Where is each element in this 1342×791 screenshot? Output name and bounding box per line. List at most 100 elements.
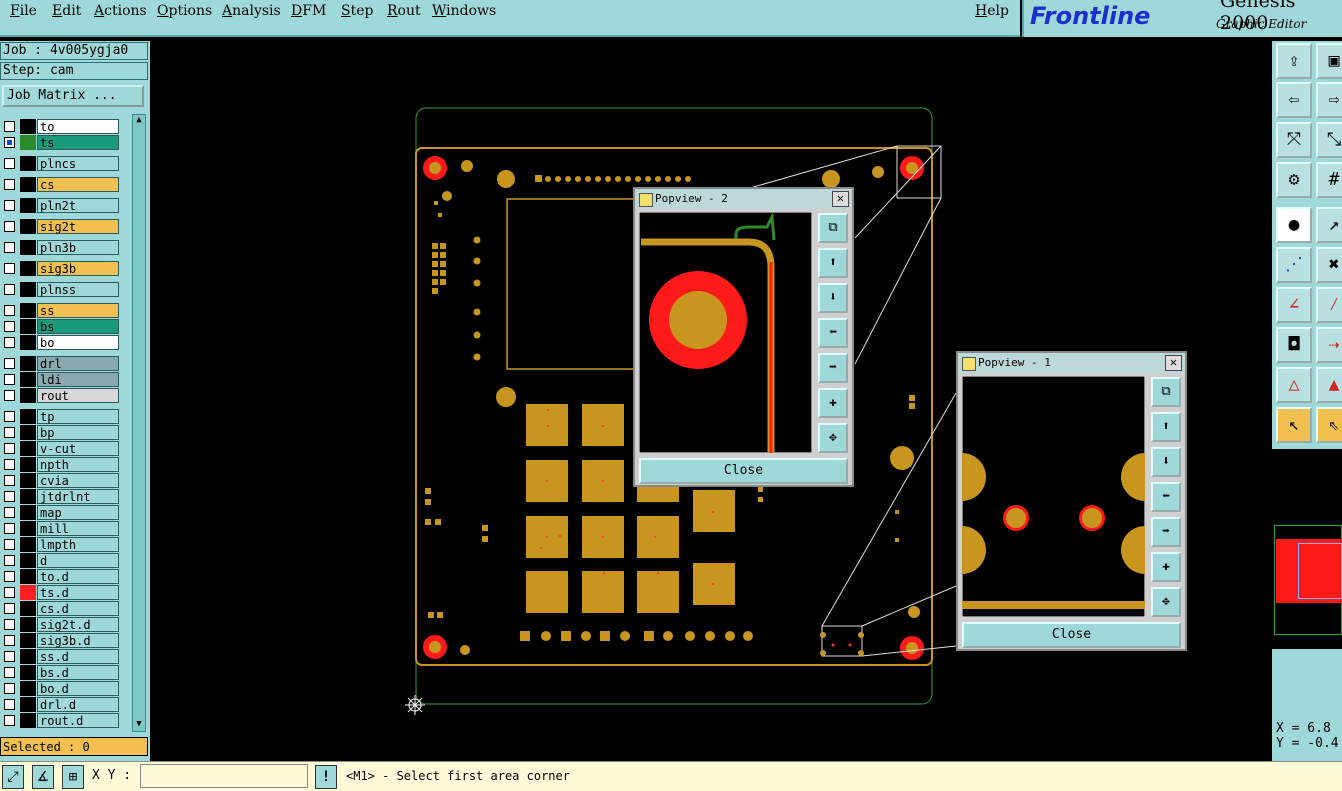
- layer-name[interactable]: ldi: [37, 372, 119, 387]
- layer-checkbox[interactable]: [4, 411, 15, 422]
- layer-name[interactable]: map: [37, 505, 119, 520]
- layer-color-swatch[interactable]: [20, 713, 36, 728]
- layer-checkbox[interactable]: [4, 555, 15, 566]
- layer-checkbox[interactable]: [4, 179, 15, 190]
- layer-row[interactable]: ss.d: [2, 649, 119, 664]
- layer-name[interactable]: sig2t.d: [37, 617, 119, 632]
- layer-color-swatch[interactable]: [20, 553, 36, 568]
- zoom-out-icon[interactable]: ✥: [1151, 587, 1181, 617]
- layer-row[interactable]: pln3b: [2, 240, 119, 255]
- layer-color-swatch[interactable]: [20, 697, 36, 712]
- layer-row[interactable]: to.d: [2, 569, 119, 584]
- layer-color-swatch[interactable]: [20, 261, 36, 276]
- layer-checkbox[interactable]: [4, 321, 15, 332]
- layer-checkbox[interactable]: [4, 603, 15, 614]
- popview-2-title[interactable]: Popview - 2: [635, 189, 852, 209]
- layer-color-swatch[interactable]: [20, 240, 36, 255]
- menu-file[interactable]: File: [10, 3, 37, 19]
- layer-row[interactable]: ts: [2, 135, 119, 150]
- menu-dfm[interactable]: DFM: [291, 3, 326, 19]
- layer-name[interactable]: ts.d: [37, 585, 119, 600]
- layer-scrollbar[interactable]: ▲ ▼: [132, 114, 146, 732]
- layer-row[interactable]: cs: [2, 177, 119, 192]
- delete-icon[interactable]: ✖: [1316, 247, 1342, 283]
- layer-checkbox[interactable]: [4, 699, 15, 710]
- layer-row[interactable]: sig3b: [2, 261, 119, 276]
- layer-color-swatch[interactable]: [20, 489, 36, 504]
- layer-color-swatch[interactable]: [20, 617, 36, 632]
- layer-checkbox[interactable]: [4, 635, 15, 646]
- layer-checkbox[interactable]: [4, 539, 15, 550]
- pan-down-icon[interactable]: ⬇: [818, 283, 848, 313]
- layer-name[interactable]: plnss: [37, 282, 119, 297]
- menu-options[interactable]: Options: [157, 3, 212, 19]
- select-feature-icon[interactable]: ●: [1276, 207, 1312, 243]
- pad-icon[interactable]: ◘: [1276, 327, 1312, 363]
- layer-name[interactable]: bs: [37, 319, 119, 334]
- snap-icon[interactable]: ⤢: [2, 765, 24, 789]
- layer-color-swatch[interactable]: [20, 569, 36, 584]
- layer-checkbox[interactable]: [4, 121, 15, 132]
- layer-name[interactable]: v-cut: [37, 441, 119, 456]
- zoom-fit-icon[interactable]: ⤧: [1276, 122, 1312, 158]
- layer-name[interactable]: rout.d: [37, 713, 119, 728]
- layer-checkbox[interactable]: [4, 427, 15, 438]
- layer-color-swatch[interactable]: [20, 601, 36, 616]
- grid-snap-icon[interactable]: ⊞: [62, 765, 84, 789]
- layer-checkbox[interactable]: [4, 715, 15, 726]
- layer-name[interactable]: drl.d: [37, 697, 119, 712]
- menu-step[interactable]: Step: [341, 3, 373, 19]
- layer-row[interactable]: bs.d: [2, 665, 119, 680]
- layer-name[interactable]: to: [37, 119, 119, 134]
- layer-color-swatch[interactable]: [20, 409, 36, 424]
- surface-icon[interactable]: △: [1276, 367, 1312, 403]
- layer-name[interactable]: cvia: [37, 473, 119, 488]
- layer-name[interactable]: ss: [37, 303, 119, 318]
- layer-row[interactable]: d: [2, 553, 119, 568]
- layer-row[interactable]: rout: [2, 388, 119, 403]
- xy-input[interactable]: [140, 764, 308, 788]
- layer-color-swatch[interactable]: [20, 681, 36, 696]
- popview-2-close-button[interactable]: Close: [639, 458, 848, 484]
- zoom-in-icon[interactable]: ✚: [818, 388, 848, 418]
- layer-row[interactable]: tp: [2, 409, 119, 424]
- layer-row[interactable]: ldi: [2, 372, 119, 387]
- layer-checkbox[interactable]: [4, 284, 15, 295]
- layer-checkbox[interactable]: [4, 221, 15, 232]
- layer-color-swatch[interactable]: [20, 521, 36, 536]
- layer-color-swatch[interactable]: [20, 388, 36, 403]
- layer-name[interactable]: to.d: [37, 569, 119, 584]
- zoom-in-icon[interactable]: ✚: [1151, 552, 1181, 582]
- pan-left-icon[interactable]: ⇦: [1276, 82, 1312, 118]
- layer-row[interactable]: ss: [2, 303, 119, 318]
- settings-icon[interactable]: ⚙: [1276, 162, 1312, 198]
- layer-row[interactable]: bp: [2, 425, 119, 440]
- layer-color-swatch[interactable]: [20, 119, 36, 134]
- pointer-alt-icon[interactable]: ⇖: [1316, 407, 1342, 443]
- layer-name[interactable]: rout: [37, 388, 119, 403]
- layer-name[interactable]: pln3b: [37, 240, 119, 255]
- layer-color-swatch[interactable]: [20, 441, 36, 456]
- layer-name[interactable]: bo.d: [37, 681, 119, 696]
- job-matrix-button[interactable]: Job Matrix ...: [2, 85, 144, 107]
- layer-checkbox[interactable]: [4, 459, 15, 470]
- arc-icon[interactable]: ⁄: [1316, 287, 1342, 323]
- layer-color-swatch[interactable]: [20, 633, 36, 648]
- overview-map[interactable]: [1272, 449, 1342, 649]
- popview-1-title[interactable]: Popview - 1: [958, 353, 1185, 373]
- layer-color-swatch[interactable]: [20, 198, 36, 213]
- pan-up-icon[interactable]: ⬆: [818, 248, 848, 278]
- layer-row[interactable]: drl.d: [2, 697, 119, 712]
- layer-color-swatch[interactable]: [20, 649, 36, 664]
- close-icon[interactable]: ✕: [832, 191, 849, 207]
- layer-name[interactable]: sig2t: [37, 219, 119, 234]
- layer-color-swatch[interactable]: [20, 335, 36, 350]
- net-icon[interactable]: ⋰: [1276, 247, 1312, 283]
- layer-name[interactable]: d: [37, 553, 119, 568]
- zoom-area-icon[interactable]: ⤡: [1316, 122, 1342, 158]
- angle-icon[interactable]: ∡: [32, 765, 54, 789]
- menu-actions[interactable]: Actions: [94, 3, 147, 19]
- layer-row[interactable]: plnss: [2, 282, 119, 297]
- layer-row[interactable]: lmpth: [2, 537, 119, 552]
- layer-color-swatch[interactable]: [20, 665, 36, 680]
